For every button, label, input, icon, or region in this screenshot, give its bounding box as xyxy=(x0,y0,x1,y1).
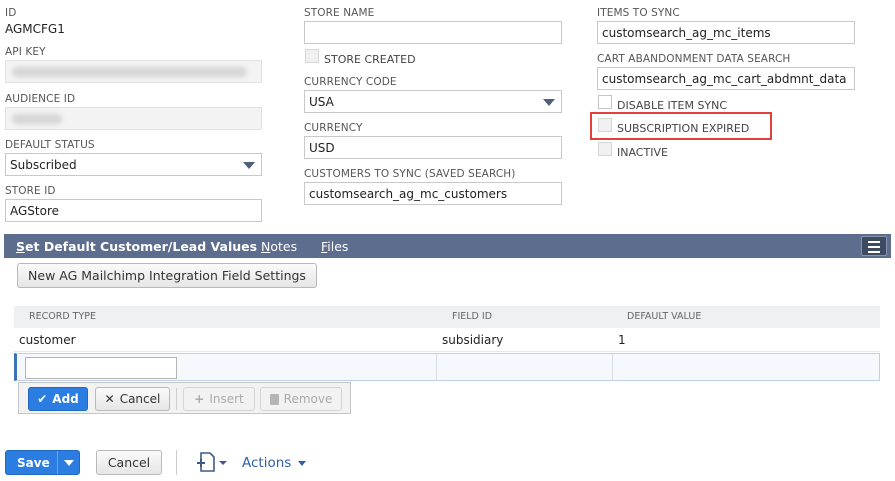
add-button[interactable]: ✔ Add xyxy=(28,387,88,411)
x-icon: ✕ xyxy=(104,392,115,406)
chevron-down-icon[interactable] xyxy=(64,460,74,466)
trash-icon xyxy=(269,393,279,405)
customers-to-sync-input[interactable]: customsearch_ag_mc_customers xyxy=(304,182,562,205)
default-status-value: Subscribed xyxy=(10,158,77,172)
cancel-line-button[interactable]: ✕ Cancel xyxy=(95,387,170,411)
store-created-checkbox xyxy=(305,49,319,63)
store-id-input[interactable]: AGStore xyxy=(5,199,262,222)
redacted-value xyxy=(12,67,247,77)
actions-menu[interactable]: Actions xyxy=(242,455,306,471)
edit-cell-record-type xyxy=(17,354,437,380)
save-button-label: Save xyxy=(17,455,50,470)
default-status-label: DEFAULT STATUS xyxy=(5,139,95,151)
record-type-input[interactable] xyxy=(25,357,177,379)
actions-label: Actions xyxy=(242,455,292,471)
currency-code-label: CURRENCY CODE xyxy=(304,76,397,88)
insert-button-label: Insert xyxy=(209,392,244,406)
new-document-icon[interactable] xyxy=(195,451,231,473)
subtab-bar: Set Default Customer/Lead Values Notes F… xyxy=(4,234,891,258)
save-button[interactable]: Save xyxy=(5,450,80,475)
column-header-record-type: RECORD TYPE xyxy=(29,311,96,322)
redacted-value xyxy=(12,114,62,124)
checkmark-icon: ✔ xyxy=(37,392,48,406)
sublist-action-bar: ✔ Add ✕ Cancel + Insert Remove xyxy=(18,382,351,414)
cancel-button[interactable]: Cancel xyxy=(96,450,162,475)
currency-label: CURRENCY xyxy=(304,122,363,134)
api-key-field xyxy=(5,60,262,83)
cell-field-id: subsidiary xyxy=(442,333,504,347)
tab-set-default-values[interactable]: Set Default Customer/Lead Values xyxy=(16,239,257,254)
disable-item-sync-label: DISABLE ITEM SYNC xyxy=(617,99,728,112)
divider xyxy=(176,388,177,410)
remove-button-label: Remove xyxy=(283,392,333,406)
tab-accesskey: S xyxy=(16,239,26,254)
currency-code-value: USA xyxy=(309,95,334,109)
insert-button[interactable]: + Insert xyxy=(183,387,255,411)
store-name-label: STORE NAME xyxy=(304,7,375,19)
column-header-default-value: DEFAULT VALUE xyxy=(627,311,702,322)
inactive-label: INACTIVE xyxy=(617,146,668,159)
tab-files[interactable]: Files xyxy=(321,239,348,254)
cancel-line-label: Cancel xyxy=(119,392,161,406)
tab-label: otes xyxy=(270,239,298,254)
subscription-expired-checkbox xyxy=(598,118,612,132)
chevron-down-icon[interactable] xyxy=(243,162,255,169)
tab-label: et Default Customer/Lead Values xyxy=(25,239,258,254)
id-label: ID xyxy=(5,7,17,19)
add-button-label: Add xyxy=(52,392,79,406)
chevron-down-icon xyxy=(297,460,306,466)
audience-id-field xyxy=(5,107,262,130)
cell-record-type: customer xyxy=(19,333,76,347)
api-key-label: API KEY xyxy=(5,46,46,58)
sublist-edit-row xyxy=(14,353,880,381)
subscription-expired-label: SUBSCRIPTION EXPIRED xyxy=(617,122,750,135)
items-to-sync-input[interactable]: customsearch_ag_mc_items xyxy=(597,21,855,44)
remove-button[interactable]: Remove xyxy=(260,387,342,411)
edit-cell-default-value[interactable] xyxy=(613,354,880,380)
tab-notes[interactable]: Notes xyxy=(261,239,297,254)
disable-item-sync-checkbox[interactable] xyxy=(598,95,612,109)
currency-code-select[interactable]: USA xyxy=(304,90,562,113)
inactive-checkbox xyxy=(598,142,612,156)
plus-icon: + xyxy=(194,392,205,406)
table-row[interactable]: customer subsidiary 1 xyxy=(14,328,880,352)
menu-icon[interactable] xyxy=(861,236,887,256)
customers-to-sync-label: CUSTOMERS TO SYNC (SAVED SEARCH) xyxy=(304,168,516,180)
cell-default-value: 1 xyxy=(618,333,626,347)
divider xyxy=(57,451,58,474)
default-status-select[interactable]: Subscribed xyxy=(5,153,262,176)
edit-cell-field-id[interactable] xyxy=(437,354,613,380)
column-header-field-id: FIELD ID xyxy=(452,311,493,322)
sublist-header: RECORD TYPE FIELD ID DEFAULT VALUE xyxy=(14,306,880,328)
chevron-down-icon[interactable] xyxy=(543,99,555,106)
audience-id-label: AUDIENCE ID xyxy=(5,93,76,105)
tab-accesskey: N xyxy=(261,239,271,254)
items-to-sync-label: ITEMS TO SYNC xyxy=(597,7,680,19)
new-field-settings-button[interactable]: New AG Mailchimp Integration Field Setti… xyxy=(17,263,317,288)
id-value: AGMCFG1 xyxy=(5,22,65,36)
divider xyxy=(176,450,177,475)
currency-input[interactable]: USD xyxy=(304,136,562,159)
store-name-input[interactable] xyxy=(304,21,562,44)
store-id-label: STORE ID xyxy=(5,185,56,197)
store-created-label: STORE CREATED xyxy=(324,53,416,66)
tab-label: iles xyxy=(327,239,349,254)
cart-abandonment-label: CART ABANDONMENT DATA SEARCH xyxy=(597,53,791,65)
cart-abandonment-input[interactable]: customsearch_ag_mc_cart_abdmnt_data xyxy=(597,67,855,90)
